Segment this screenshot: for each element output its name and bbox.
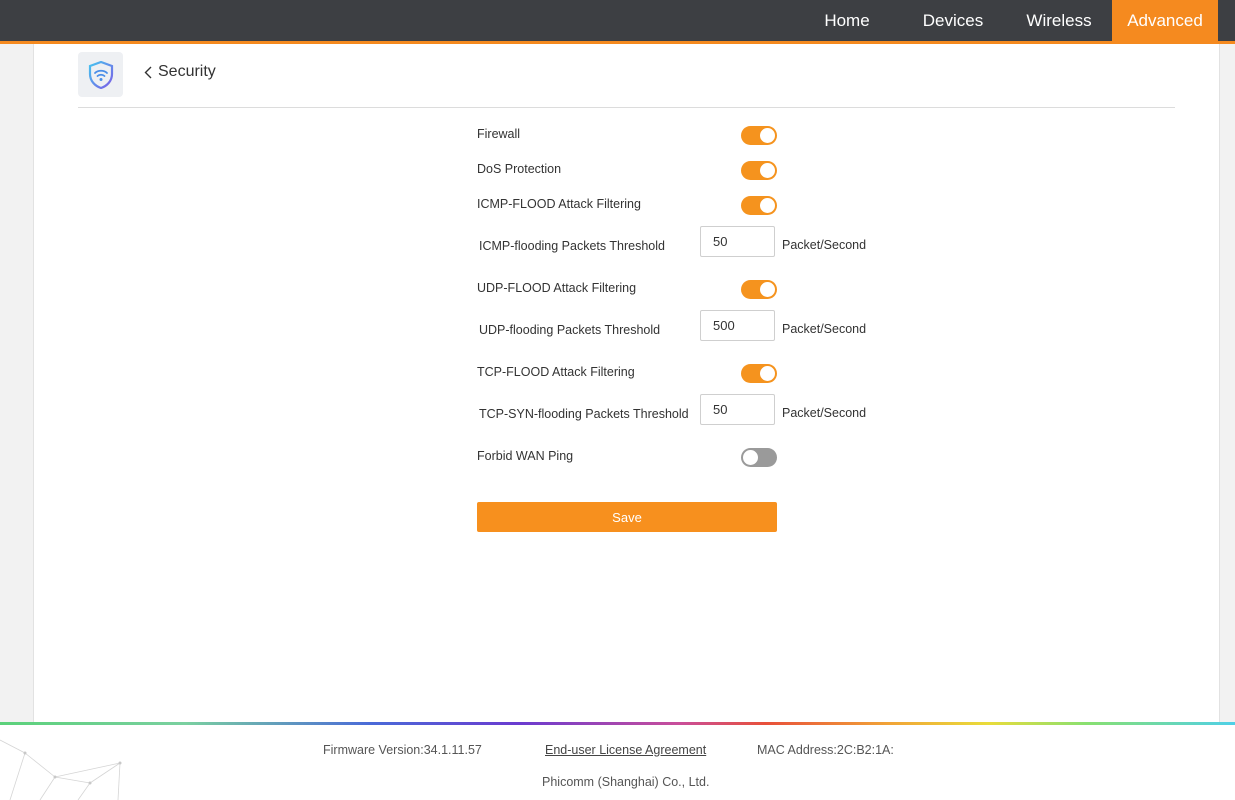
udp-threshold-label: UDP-flooding Packets Threshold	[479, 323, 661, 337]
chevron-left-icon	[144, 66, 152, 78]
udp-filter-toggle[interactable]	[741, 280, 777, 299]
footer: Firmware Version:34.1.11.57 End-user Lic…	[0, 725, 1235, 800]
icmp-filter-toggle[interactable]	[741, 196, 777, 215]
icmp-filter-row: ICMP-FLOOD Attack Filtering	[477, 184, 897, 219]
main-nav: Home Devices Wireless Advanced	[794, 0, 1218, 41]
wan-ping-label: Forbid WAN Ping	[477, 449, 574, 463]
firewall-label: Firewall	[477, 127, 521, 141]
icmp-threshold-input[interactable]	[700, 226, 775, 257]
security-form: Firewall DoS Protection ICMP-FLOOD Attac…	[477, 114, 897, 471]
icmp-filter-label: ICMP-FLOOD Attack Filtering	[477, 197, 641, 211]
firewall-toggle[interactable]	[741, 126, 777, 145]
udp-threshold-unit: Packet/Second	[782, 322, 867, 336]
udp-threshold-input[interactable]	[700, 310, 775, 341]
tcp-threshold-label: TCP-SYN-flooding Packets Threshold	[479, 407, 689, 421]
icmp-threshold-label: ICMP-flooding Packets Threshold	[479, 239, 665, 253]
save-button[interactable]: Save	[477, 502, 777, 532]
network-decoration-icon	[0, 739, 122, 800]
company-name: Phicomm (Shanghai) Co., Ltd.	[542, 775, 710, 789]
tcp-filter-toggle[interactable]	[741, 364, 777, 383]
shield-wifi-icon	[78, 52, 123, 97]
icmp-threshold-row: ICMP-flooding Packets Threshold Packet/S…	[477, 219, 897, 268]
icmp-threshold-unit: Packet/Second	[782, 238, 867, 252]
back-button[interactable]: Security	[144, 63, 216, 81]
firmware-version: Firmware Version:34.1.11.57	[323, 743, 482, 757]
nav-devices[interactable]: Devices	[900, 0, 1006, 41]
nav-home[interactable]: Home	[794, 0, 900, 41]
wan-ping-toggle[interactable]	[741, 448, 777, 467]
udp-threshold-row: UDP-flooding Packets Threshold Packet/Se…	[477, 303, 897, 352]
tcp-threshold-row: TCP-SYN-flooding Packets Threshold Packe…	[477, 387, 897, 436]
dos-label: DoS Protection	[477, 162, 562, 176]
tcp-filter-label: TCP-FLOOD Attack Filtering	[477, 365, 635, 379]
page-title: Security	[158, 63, 216, 80]
nav-advanced[interactable]: Advanced	[1112, 0, 1218, 41]
content-panel: Security Firewall DoS Protection ICMP-FL…	[33, 44, 1220, 723]
top-bar: Home Devices Wireless Advanced	[0, 0, 1235, 44]
mac-address: MAC Address:2C:B2:1A:	[757, 743, 894, 757]
udp-filter-row: UDP-FLOOD Attack Filtering	[477, 268, 897, 303]
tcp-filter-row: TCP-FLOOD Attack Filtering	[477, 352, 897, 387]
dos-row: DoS Protection	[477, 149, 897, 184]
firewall-row: Firewall	[477, 114, 897, 149]
page-header: Security	[78, 51, 1175, 108]
tcp-threshold-input[interactable]	[700, 394, 775, 425]
wan-ping-row: Forbid WAN Ping	[477, 436, 897, 471]
license-link[interactable]: End-user License Agreement	[545, 743, 706, 757]
udp-filter-label: UDP-FLOOD Attack Filtering	[477, 281, 637, 295]
nav-wireless[interactable]: Wireless	[1006, 0, 1112, 41]
tcp-threshold-unit: Packet/Second	[782, 406, 867, 420]
dos-toggle[interactable]	[741, 161, 777, 180]
